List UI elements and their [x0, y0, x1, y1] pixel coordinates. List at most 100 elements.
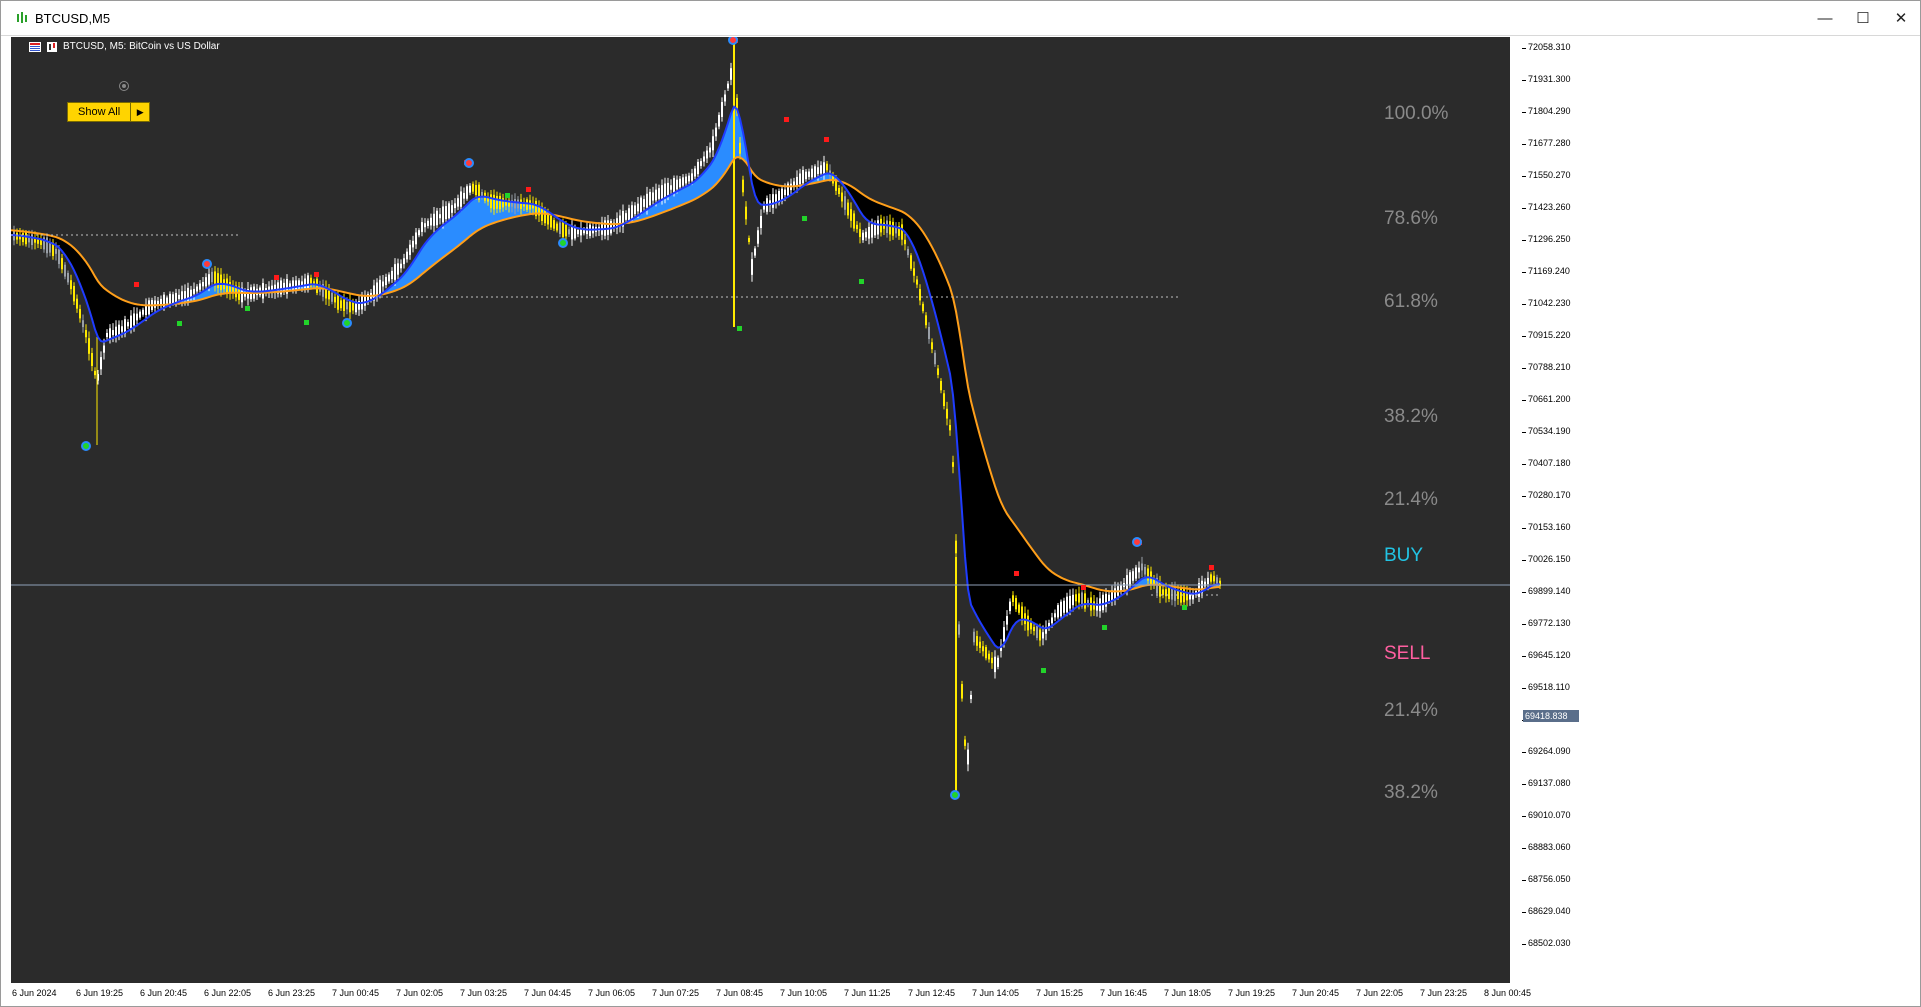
candle [451, 205, 453, 213]
candle [1147, 568, 1149, 581]
chart-area[interactable]: BTCUSD, M5: BitCoin vs US Dollar Show Al… [11, 37, 1912, 1004]
candle [754, 248, 756, 256]
candle [964, 739, 966, 746]
candle [130, 315, 132, 329]
price-tick-label: 69010.070 [1522, 810, 1580, 820]
candle [607, 220, 609, 235]
swing-high-marker [526, 187, 531, 192]
candle [694, 168, 696, 177]
price-tick-label: 69137.080 [1522, 778, 1580, 788]
candle [949, 424, 951, 431]
candle [805, 171, 807, 180]
price-tick-label: 71550.270 [1522, 170, 1580, 180]
minimize-button[interactable]: — [1806, 1, 1844, 35]
candle [526, 199, 528, 210]
time-tick-label: 7 Jun 03:25 [460, 988, 508, 998]
candle [172, 294, 174, 304]
price-tick-label: 69772.130 [1522, 618, 1580, 628]
candle [1066, 596, 1068, 613]
candle [814, 166, 816, 178]
candle [1075, 594, 1077, 602]
candle [337, 294, 339, 310]
candle [1006, 616, 1008, 625]
candle [418, 230, 420, 236]
candle [919, 289, 921, 301]
time-axis[interactable]: 6 Jun 2024 6 Jun 19:25 6 Jun 20:45 6 Jun 22… [11, 984, 1531, 1004]
candle [1126, 575, 1128, 589]
candle [1060, 601, 1062, 617]
title-bar[interactable]: BTCUSD,M5 — ☐ ✕ [1, 1, 1920, 36]
candle [547, 213, 549, 225]
candle [70, 280, 72, 290]
price-chart[interactable] [11, 37, 1522, 983]
price-tick-label: 70280.170 [1522, 490, 1580, 500]
candle [913, 268, 915, 276]
price-tick-label: 70915.220 [1522, 330, 1580, 340]
candle [715, 127, 717, 137]
candle [562, 221, 564, 238]
swing-low-marker [177, 321, 182, 326]
candle [892, 221, 894, 236]
candle [190, 289, 192, 297]
price-tick-label: 68883.060 [1522, 842, 1580, 852]
crosshair-target-icon[interactable] [119, 81, 129, 91]
candle [109, 328, 111, 340]
candle [1162, 589, 1164, 596]
swing-high-marker [784, 117, 789, 122]
candle [679, 178, 681, 188]
candle [412, 240, 414, 248]
candle [220, 274, 222, 291]
show-all-button[interactable]: Show All [67, 102, 132, 122]
candle [559, 222, 561, 234]
candle [475, 185, 477, 195]
play-arrow-button[interactable]: ▶ [131, 102, 151, 122]
candle [1084, 593, 1086, 609]
candle [25, 232, 27, 245]
candle [688, 175, 690, 182]
candle [364, 295, 366, 306]
candle [352, 302, 354, 311]
candle [967, 749, 969, 765]
candle [106, 332, 108, 338]
maximize-button[interactable]: ☐ [1844, 1, 1882, 35]
time-tick-label: 7 Jun 04:45 [524, 988, 572, 998]
time-tick-label: 7 Jun 18:05 [1164, 988, 1212, 998]
candle [664, 183, 666, 198]
candle [811, 168, 813, 178]
candle [1042, 632, 1044, 639]
candle [88, 338, 90, 354]
candle [934, 352, 936, 365]
candle [757, 230, 759, 244]
candle [988, 653, 990, 660]
candle [823, 162, 825, 175]
candle [148, 300, 150, 315]
close-button[interactable]: ✕ [1882, 1, 1920, 35]
time-tick-label: 7 Jun 10:05 [780, 988, 828, 998]
candle [550, 215, 552, 228]
candle [1138, 567, 1140, 573]
pivot-low-circle [81, 441, 91, 451]
sell-label: SELL [1384, 643, 1431, 664]
candle [643, 199, 645, 207]
candle [973, 631, 975, 643]
swing-high-marker [274, 275, 279, 280]
candle [520, 199, 522, 209]
candle [970, 694, 972, 700]
candle [928, 326, 930, 340]
candle [382, 281, 384, 287]
candle [748, 237, 750, 243]
pivot-high-circle [464, 158, 474, 168]
fib-level-label: 61.8% [1384, 291, 1438, 312]
candle [922, 303, 924, 312]
price-tick-label: 70407.180 [1522, 458, 1580, 468]
candle [742, 179, 744, 193]
candle [907, 248, 909, 256]
candle [61, 258, 63, 270]
candle [571, 226, 573, 240]
candle [556, 223, 558, 231]
price-axis[interactable]: 72058.310 71931.300 71804.290 71677.280 7155… [1522, 37, 1580, 983]
candle [820, 165, 822, 174]
candle [208, 274, 210, 285]
candle [847, 202, 849, 216]
swing-low-marker [505, 193, 510, 198]
